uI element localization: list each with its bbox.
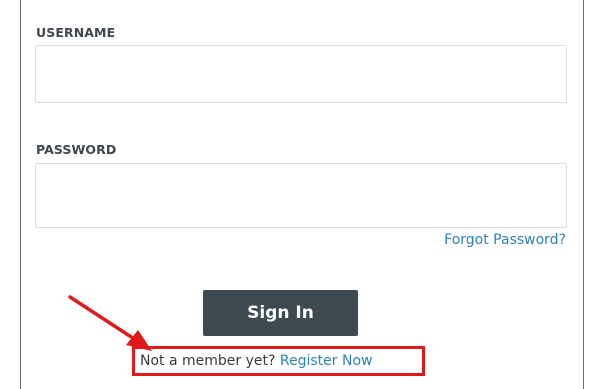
forgot-password-link[interactable]: Forgot Password? — [444, 232, 566, 248]
sign-in-button[interactable]: Sign In — [203, 290, 358, 336]
username-label: USERNAME — [36, 25, 116, 40]
password-input[interactable] — [35, 163, 567, 228]
register-prompt-highlight: Not a member yet? Register Now — [132, 346, 425, 376]
not-member-text: Not a member yet? — [140, 353, 280, 369]
username-input[interactable] — [35, 45, 567, 103]
password-label: PASSWORD — [36, 142, 117, 157]
register-now-link[interactable]: Register Now — [280, 353, 373, 369]
